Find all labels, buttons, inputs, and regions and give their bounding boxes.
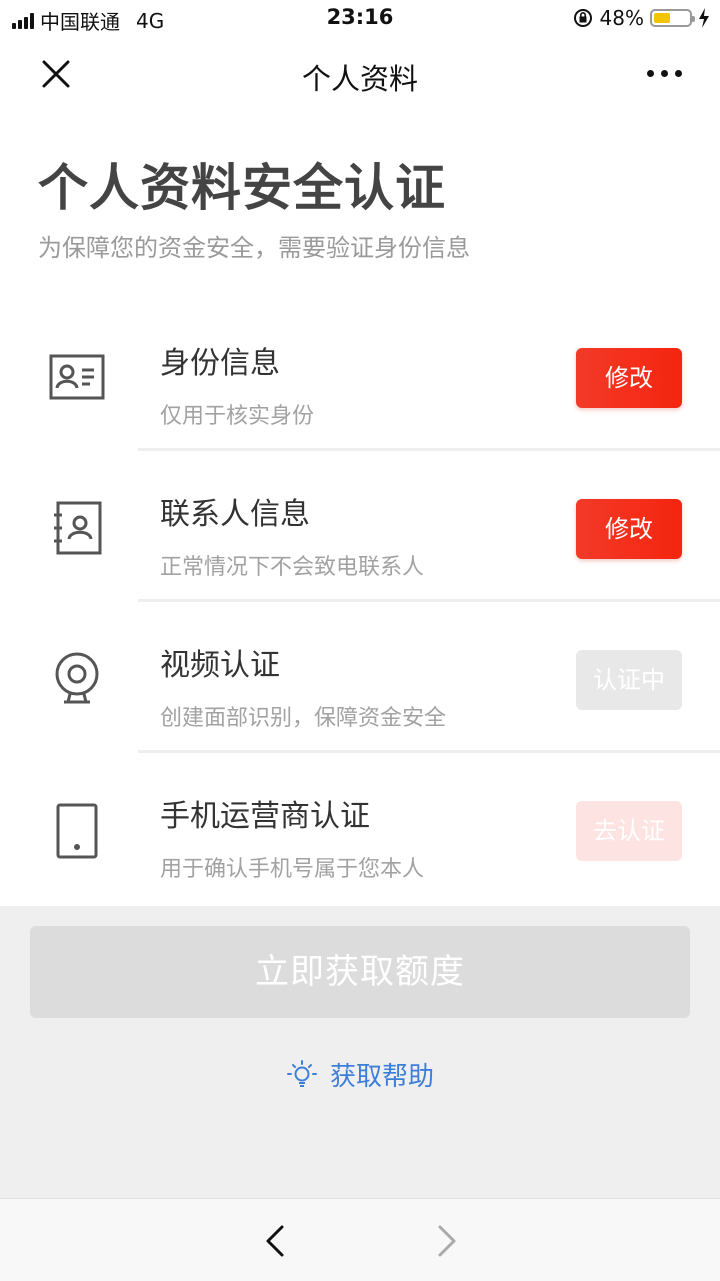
item-title: 联系人信息: [160, 497, 310, 532]
verification-list: 身份信息 仅用于核实身份 修改 联系人信息 正常情况下不会致电联系人 修改 视频…: [0, 300, 720, 904]
page-subtitle: 为保障您的资金安全，需要验证身份信息: [38, 234, 470, 262]
item-desc: 用于确认手机号属于您本人: [160, 857, 425, 882]
battery-fill: [654, 13, 671, 23]
status-bar: 中国联通 4G 23:16 48%: [0, 0, 720, 36]
list-item-contacts[interactable]: 联系人信息 正常情况下不会致电联系人 修改: [0, 451, 720, 602]
item-title: 手机运营商认证: [160, 799, 370, 834]
chevron-right-icon[interactable]: [430, 1221, 462, 1261]
edit-identity-button[interactable]: 修改: [576, 348, 682, 408]
item-desc: 正常情况下不会致电联系人: [160, 555, 425, 580]
contacts-book-icon: [54, 501, 102, 555]
get-credit-button[interactable]: 立即获取额度: [30, 926, 690, 1018]
nav-bar: 个人资料: [0, 36, 720, 112]
page-title: 个人资料安全认证: [38, 159, 446, 217]
video-status-button[interactable]: 认证中: [576, 650, 682, 710]
browser-nav-bar: [0, 1198, 720, 1281]
lightbulb-icon: [286, 1059, 317, 1087]
help-label: 获取帮助: [329, 1062, 434, 1092]
chevron-left-icon[interactable]: [258, 1221, 290, 1261]
carrier-verify-button[interactable]: 去认证: [576, 801, 682, 861]
list-item-carrier[interactable]: 手机运营商认证 用于确认手机号属于您本人 去认证: [0, 753, 720, 904]
help-link[interactable]: 获取帮助: [0, 1056, 720, 1093]
battery-percent: 48%: [599, 6, 644, 30]
status-right: 48%: [572, 6, 710, 30]
nav-title: 个人资料: [301, 62, 418, 96]
phone-icon: [56, 803, 98, 859]
edit-contacts-button[interactable]: 修改: [576, 499, 682, 559]
battery-icon: [650, 9, 695, 27]
rotation-lock-icon: [573, 9, 592, 27]
item-title: 视频认证: [160, 648, 280, 683]
item-desc: 仅用于核实身份: [160, 404, 315, 429]
item-title: 身份信息: [160, 346, 280, 381]
list-item-identity[interactable]: 身份信息 仅用于核实身份 修改: [0, 300, 720, 451]
webcam-icon: [55, 652, 99, 704]
more-icon[interactable]: [647, 70, 682, 77]
bottom-area: 立即获取额度 获取帮助: [0, 906, 720, 1198]
item-desc: 创建面部识别，保障资金安全: [160, 706, 447, 731]
charging-bolt-icon: [699, 8, 709, 28]
list-item-video[interactable]: 视频认证 创建面部识别，保障资金安全 认证中: [0, 602, 720, 753]
id-card-icon: [49, 354, 105, 400]
